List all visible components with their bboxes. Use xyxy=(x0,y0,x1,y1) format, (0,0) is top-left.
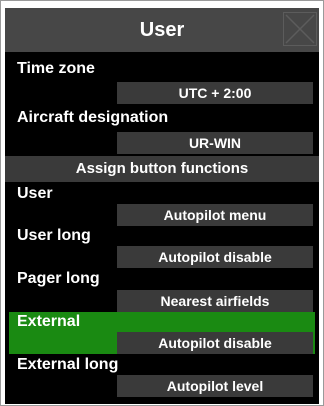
assignment-value-user[interactable]: Autopilot menu xyxy=(117,204,313,226)
time-zone-value-button[interactable]: UTC + 2:00 xyxy=(117,82,313,104)
title-bar: User xyxy=(5,8,319,52)
assignment-value-pager-long[interactable]: Nearest airfields xyxy=(117,290,313,312)
aircraft-designation-value-button[interactable]: UR-WIN xyxy=(117,132,313,154)
assignment-value-external-long[interactable]: Autopilot level xyxy=(117,375,313,397)
assignment-value-external[interactable]: Autopilot disable xyxy=(117,332,313,354)
assignment-label-external: External xyxy=(17,313,81,330)
assignment-label-external-long: External long xyxy=(17,356,119,373)
assignment-label-pager-long: Pager long xyxy=(17,270,100,287)
window-title: User xyxy=(139,19,185,41)
aircraft-designation-label: Aircraft designation xyxy=(17,109,169,126)
user-settings-panel: User Time zone UTC + 2:00 Aircraft desig… xyxy=(5,8,319,404)
close-x-icon xyxy=(285,14,315,44)
assign-button-functions-button[interactable]: Assign button functions xyxy=(5,156,319,182)
close-button[interactable] xyxy=(283,12,317,46)
assignment-label-user: User xyxy=(17,185,53,202)
assignment-label-user-long: User long xyxy=(17,227,91,244)
time-zone-label: Time zone xyxy=(17,60,95,77)
assignment-value-user-long[interactable]: Autopilot disable xyxy=(117,246,313,268)
